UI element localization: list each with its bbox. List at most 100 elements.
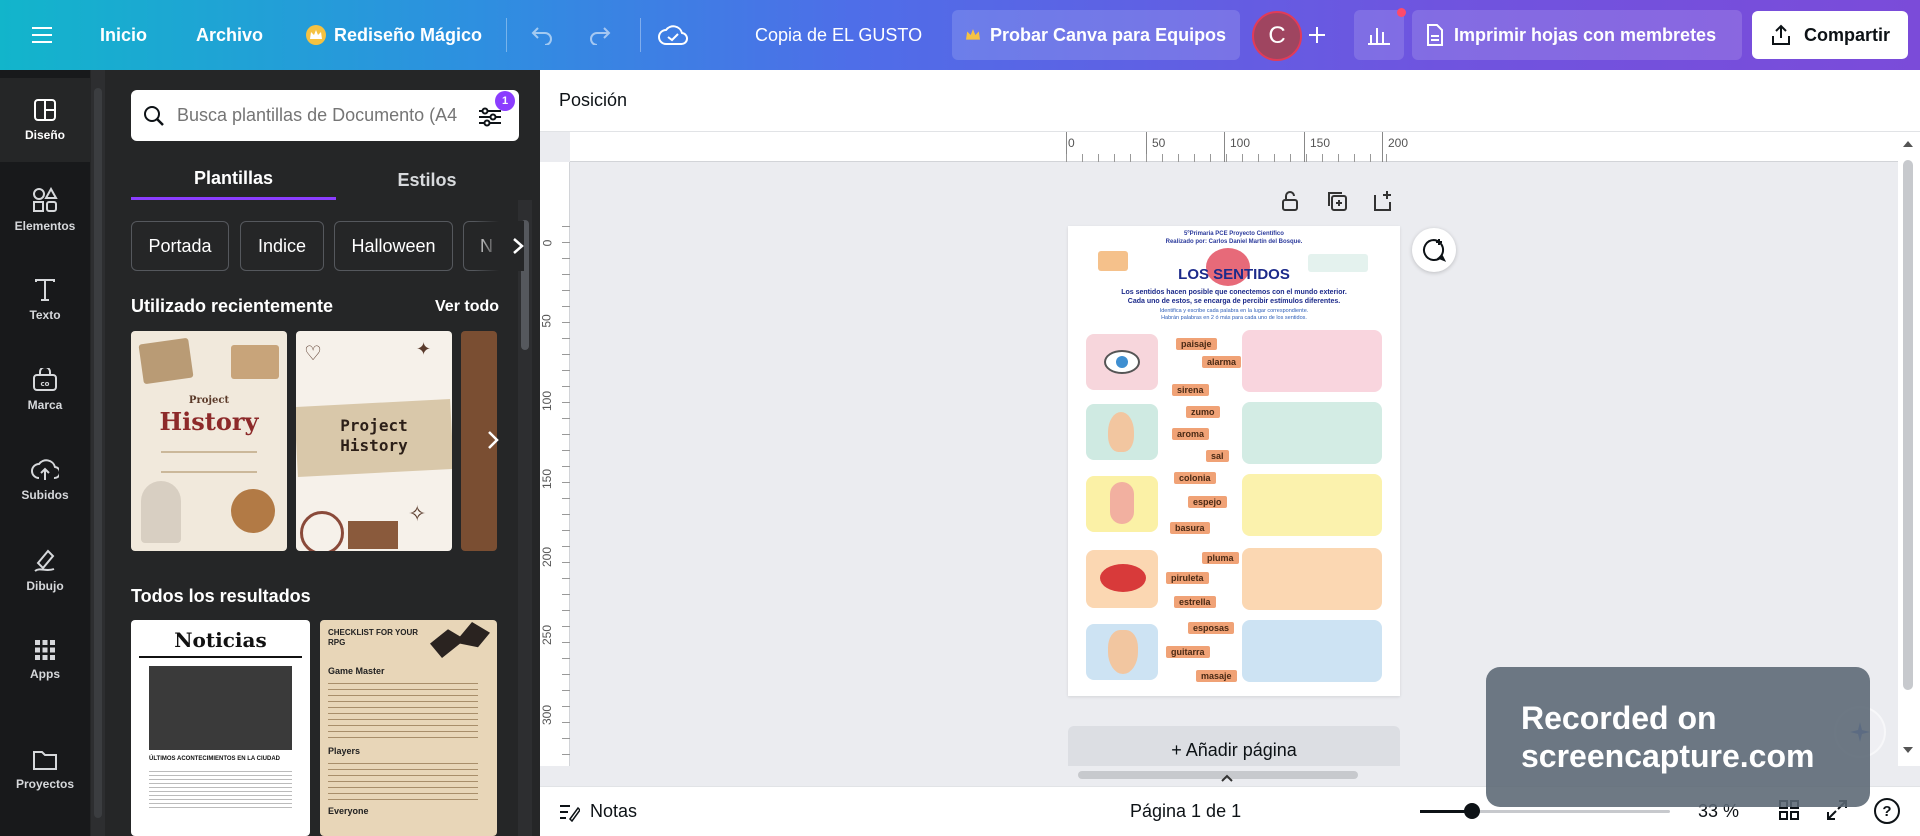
canvas-scrollbar-thumb[interactable] <box>1903 160 1913 690</box>
vertical-ruler: 0 50 100 150 200 250 300 <box>540 162 570 766</box>
notes-button[interactable]: Notas <box>558 801 637 822</box>
recent-template-2[interactable]: ♡ ✦ Project History ✧ <box>296 331 452 551</box>
all-results-title: Todos los resultados <box>131 586 311 606</box>
eye-image-box <box>1086 334 1158 390</box>
search-input[interactable] <box>177 105 465 126</box>
comment-plus-icon <box>1423 239 1447 262</box>
result-template-noticias[interactable]: Noticias ÚLTIMOS ACONTECIMIENTOS EN LA C… <box>131 620 310 836</box>
rail-item-brand[interactable]: co Marca <box>0 348 90 432</box>
ruler-label: 250 <box>540 624 555 646</box>
word-chip: masaje <box>1196 670 1237 682</box>
newspaper-heading: ÚLTIMOS ACONTECIMIENTOS EN LA CIUDAD <box>149 756 280 762</box>
home-link[interactable]: Inicio <box>100 0 147 70</box>
print-letterhead-button[interactable]: Imprimir hojas con membretes <box>1412 10 1742 60</box>
avatar[interactable]: C <box>1252 11 1302 61</box>
heart-decor: ♡ <box>304 343 322 365</box>
scroll-down-icon[interactable] <box>1903 746 1913 754</box>
rail-item-apps[interactable]: Apps <box>0 618 90 702</box>
print-letterhead-label: Imprimir hojas con membretes <box>1454 24 1717 45</box>
document-title[interactable]: Copia de EL GUSTO <box>755 0 922 70</box>
filter-badge: 1 <box>495 90 515 111</box>
redo-button[interactable] <box>588 0 612 70</box>
doc-instruction-2: Habrán palabras en 2 ó más para cada uno… <box>1161 315 1307 321</box>
menu-button[interactable] <box>32 0 54 70</box>
canvas-scrollbar-track[interactable] <box>1898 132 1920 766</box>
add-collaborator-button[interactable] <box>1308 0 1326 70</box>
word-chip: alarma <box>1202 356 1242 368</box>
thumb-title-line2: History <box>340 436 408 455</box>
undo-icon <box>531 27 552 45</box>
zoom-slider[interactable] <box>1420 803 1670 819</box>
undo-button[interactable] <box>530 0 554 70</box>
chips-next-button[interactable] <box>474 221 524 271</box>
rail-item-projects[interactable]: Proyectos <box>0 728 90 812</box>
see-all-link[interactable]: Ver todo <box>435 298 499 316</box>
ruler-label: 50 <box>1152 136 1166 150</box>
newspaper-photo <box>149 666 292 750</box>
rail-item-uploads[interactable]: Subidos <box>0 438 90 522</box>
folder-icon <box>33 751 57 770</box>
rail-label: Subidos <box>21 488 69 502</box>
doc-intro-1: Los sentidos hacen posible que conectemo… <box>1121 289 1347 296</box>
ruler-label: 100 <box>540 390 555 412</box>
redo-icon <box>590 27 611 45</box>
rail-scrollbar-thumb[interactable] <box>94 88 102 818</box>
chip-cover[interactable]: Portada <box>131 221 229 271</box>
tab-styles[interactable]: Estilos <box>336 160 518 200</box>
mouth-icon <box>1100 564 1146 592</box>
scroll-up-icon[interactable] <box>1903 140 1913 148</box>
ruler-label: 0 <box>1068 136 1075 150</box>
add-comment-button[interactable] <box>1412 228 1456 272</box>
word-chip: pluma <box>1202 552 1239 564</box>
shapes-icon <box>33 187 58 212</box>
search-icon <box>144 105 164 126</box>
context-toolbar: Posición <box>540 70 1920 132</box>
help-button[interactable]: ? <box>1874 798 1900 824</box>
file-menu[interactable]: Archivo <box>196 0 263 70</box>
sight-answer-box <box>1242 330 1382 392</box>
touch-answer-box <box>1242 474 1382 536</box>
try-teams-button[interactable]: Probar Canva para Equipos <box>952 10 1241 60</box>
decor-shape <box>138 337 194 385</box>
top-bar: Inicio Archivo Rediseño Mágico Copia de … <box>0 0 1920 70</box>
share-button[interactable]: Compartir <box>1752 11 1908 59</box>
ruler-label: 200 <box>1388 136 1409 150</box>
brand-icon: co <box>33 368 57 391</box>
rail-item-text[interactable]: Texto <box>0 258 90 342</box>
result-template-rpg-checklist[interactable]: CHECKLIST FOR YOUR RPG Game Master Playe… <box>320 620 497 836</box>
rail-item-elements[interactable]: Elementos <box>0 168 90 252</box>
rail-item-design[interactable]: Diseño <box>0 78 90 162</box>
word-chip: zumo <box>1186 406 1220 418</box>
recent-title: Utilizado recientemente <box>131 296 334 316</box>
rpg-section-gm: Game Master <box>328 666 385 676</box>
zoom-slider-knob[interactable] <box>1464 803 1480 819</box>
crown-icon <box>966 29 980 40</box>
duplicate-page-button[interactable] <box>1326 190 1348 212</box>
lock-page-button[interactable] <box>1280 190 1300 212</box>
expand-pages-button[interactable] <box>1220 774 1240 786</box>
magic-redesign-button[interactable]: Rediseño Mágico <box>306 0 482 70</box>
chip-index[interactable]: Indice <box>240 221 324 271</box>
template-search[interactable]: 1 <box>131 90 519 141</box>
rail-label: Diseño <box>24 128 65 142</box>
add-page-icon-button[interactable] <box>1372 190 1394 212</box>
chip-halloween[interactable]: Halloween <box>334 221 453 271</box>
share-label: Compartir <box>1803 24 1890 45</box>
insights-button[interactable] <box>1354 8 1406 60</box>
rail-item-draw[interactable]: Dibujo <box>0 528 90 612</box>
upload-icon <box>31 459 59 480</box>
recent-next-button[interactable] <box>478 420 508 460</box>
canvas-h-scrollbar-thumb[interactable] <box>1078 771 1358 779</box>
page-indicator[interactable]: Página 1 de 1 <box>1130 801 1241 822</box>
nose-icon <box>1108 630 1138 674</box>
notes-label: Notas <box>590 801 638 821</box>
rule <box>139 656 302 658</box>
cloud-save-status[interactable] <box>658 0 688 70</box>
filter-button[interactable]: 1 <box>477 90 515 131</box>
document-page[interactable]: 5ºPrimaria PCE Proyecto Científico Reali… <box>1068 226 1400 696</box>
apps-icon <box>35 640 55 660</box>
tab-templates[interactable]: Plantillas <box>131 160 336 200</box>
rpg-section-players: Players <box>328 746 361 756</box>
recent-template-1[interactable]: Project History <box>131 331 287 551</box>
position-button[interactable]: Posición <box>559 90 627 111</box>
